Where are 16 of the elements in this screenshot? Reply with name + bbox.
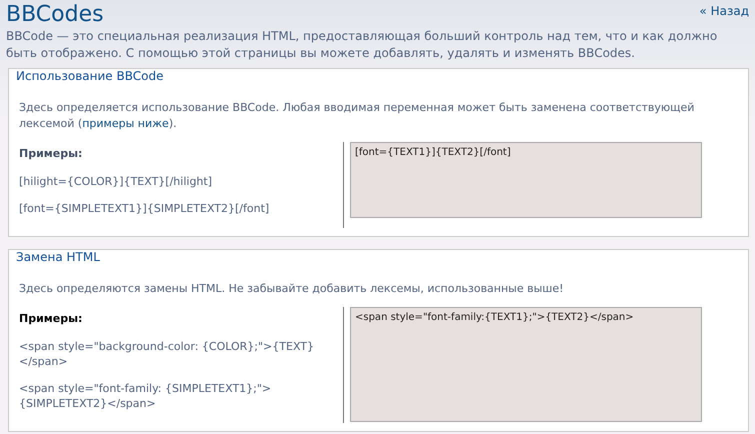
example-code: <span style="font-family: {SIMPLETEXT1};">{SIMPLETEXT2}</span> [19, 381, 272, 411]
intro-text: BBCode — это специальная реализация HTML, предоставляющая больший контроль над тем, что и как должно быть отображено. С помощью этой страницы вы можете добавлять, удалять и изменять BBCodes. [6, 28, 718, 62]
section-legend: Замена HTML [16, 249, 100, 265]
examples-link[interactable]: примеры ниже [82, 116, 169, 130]
example-code: <span style="background-color: {COLOR};">{TEXT}</span> [19, 339, 316, 369]
back-link[interactable]: « Назад [699, 2, 749, 20]
section-description: Здесь определяются замены HTML. Не забывайте добавить лексемы, использованные выше! [19, 280, 565, 296]
example-code: [hilight={COLOR}]{TEXT}[/hilight] [19, 174, 214, 189]
code-field[interactable]: [font={TEXT1}]{TEXT2}[/font] [350, 142, 702, 218]
example-code: [font={SIMPLETEXT1}]{SIMPLETEXT2}[/font] [19, 201, 270, 216]
code-field[interactable]: <span style="font-family:{TEXT1};">{TEXT2}</span> [350, 306, 702, 422]
section-description: Здесь определяется использование BBCode. Любая вводимая переменная может быть заменена соответствующей лексемой (примеры ниже). [19, 100, 696, 132]
page-title: BBCodes [6, 2, 104, 28]
section-legend: Использование BBCode [16, 68, 164, 84]
examples-heading: Примеры: [19, 310, 84, 326]
examples-heading: Примеры: [19, 146, 84, 162]
